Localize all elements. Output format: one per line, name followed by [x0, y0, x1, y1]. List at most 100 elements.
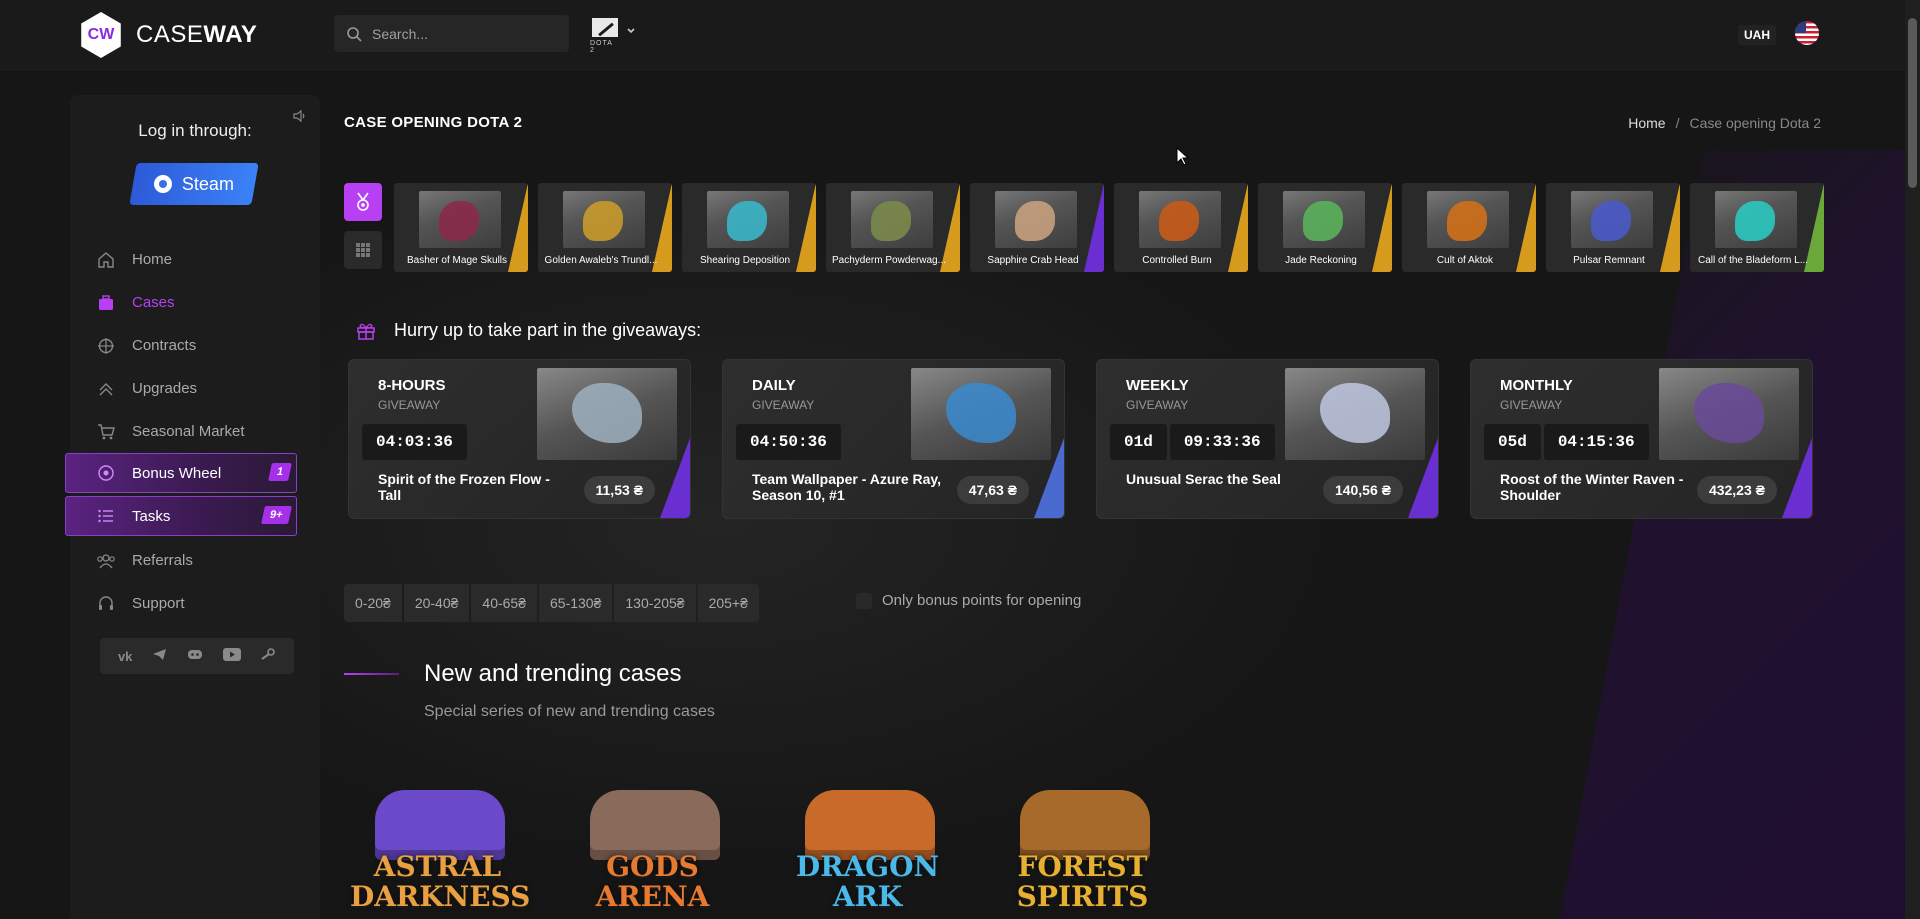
sidebar-item-seasonal-market[interactable]: Seasonal Market	[70, 410, 320, 453]
item-image	[419, 191, 501, 248]
sidebar-item-contracts[interactable]: Contracts	[70, 324, 320, 367]
wheel-icon	[96, 463, 116, 483]
breadcrumb: Home / Case opening Dota 2	[1628, 115, 1821, 131]
live-drop-card[interactable]: Golden Awaleb's Trundl...	[538, 183, 672, 272]
sidebar-item-cases[interactable]: Cases	[70, 281, 320, 324]
scrollbar-thumb[interactable]	[1908, 18, 1917, 188]
giveaway-title: WEEKLY	[1126, 377, 1189, 394]
sound-toggle-icon[interactable]	[292, 109, 306, 126]
giveaway-subtitle: GIVEAWAY	[378, 398, 441, 412]
price-filter-button[interactable]: 65-130₴	[539, 584, 613, 622]
steam-icon[interactable]	[261, 648, 276, 664]
giveaway-item-image	[537, 368, 677, 460]
sidebar: Log in through: Steam Home Cases Contrac…	[65, 95, 320, 919]
giveaway-timer: 04:03:36	[362, 424, 467, 460]
case-card[interactable]: FOREST SPIRITS	[995, 780, 1170, 919]
giveaway-card-monthly[interactable]: MONTHLY GIVEAWAY 05d 04:15:36 Roost of th…	[1470, 359, 1813, 519]
sidebar-item-label: Support	[132, 595, 185, 612]
sidebar-item-upgrades[interactable]: Upgrades	[70, 367, 320, 410]
bonus-wheel-badge: 1	[267, 463, 292, 481]
top-drops-toggle[interactable]	[344, 183, 382, 221]
sidebar-item-label: Tasks	[132, 507, 171, 525]
timer-segment: 05d	[1484, 424, 1541, 460]
steam-login-label: Steam	[181, 173, 235, 194]
bonus-points-option[interactable]: Only bonus points for opening	[856, 592, 1081, 609]
live-drop-card[interactable]: Call of the Bladeform L...	[1690, 183, 1824, 272]
all-drops-toggle[interactable]	[344, 231, 382, 269]
breadcrumb-current: Case opening Dota 2	[1689, 115, 1821, 131]
youtube-icon[interactable]	[223, 648, 242, 664]
item-name: Cult of Aktok	[1436, 255, 1494, 266]
search-input[interactable]	[372, 25, 552, 42]
site-logo[interactable]: CW CASEWAY	[78, 12, 257, 58]
giveaway-heading: Hurry up to take part in the giveaways:	[356, 320, 701, 341]
upgrades-icon	[96, 379, 116, 399]
sidebar-item-referrals[interactable]: Referrals	[70, 539, 320, 582]
language-flag-icon[interactable]	[1795, 21, 1819, 45]
page-title: CASE OPENING DOTA 2	[344, 114, 523, 131]
timer-segment: 04:03:36	[362, 424, 467, 460]
steam-login-button[interactable]: Steam	[129, 163, 259, 205]
live-drop-card[interactable]: Basher of Mage Skulls	[394, 183, 528, 272]
case-card[interactable]: ASTRAL DARKNESS	[350, 780, 530, 919]
price-filter-button[interactable]: 205+₴	[697, 584, 759, 622]
item-image	[1571, 191, 1653, 248]
sidebar-item-tasks[interactable]: Tasks 9+	[65, 496, 297, 536]
search-icon	[347, 26, 362, 42]
gift-icon	[357, 323, 375, 340]
sidebar-item-label: Upgrades	[132, 380, 198, 397]
giveaway-card-8-hours[interactable]: 8-HOURS GIVEAWAY 04:03:36 Spirit of the …	[348, 359, 691, 519]
item-name: Basher of Mage Skulls	[406, 255, 508, 266]
giveaway-title: DAILY	[752, 377, 796, 394]
sidebar-item-label: Home	[132, 251, 173, 268]
giveaway-item-image	[1659, 368, 1799, 460]
item-name: Sapphire Crab Head	[987, 255, 1079, 266]
logo-text-bold: WAY	[203, 21, 258, 48]
vk-icon[interactable]: vk	[118, 649, 132, 664]
live-drop-card[interactable]: Sapphire Crab Head	[970, 183, 1104, 272]
social-links: vk	[100, 638, 294, 674]
home-icon	[96, 250, 116, 270]
live-drop-card[interactable]: Controlled Burn	[1114, 183, 1248, 272]
search-box[interactable]	[334, 15, 569, 52]
price-filter-button[interactable]: 20-40₴	[403, 584, 470, 622]
item-image	[1139, 191, 1221, 248]
price-filter-button[interactable]: 0-20₴	[344, 584, 402, 622]
giveaway-card-weekly[interactable]: WEEKLY GIVEAWAY 01d 09:33:36 Unusual Sera…	[1096, 359, 1439, 519]
live-drops-feed: Basher of Mage Skulls Golden Awaleb's Tr…	[394, 183, 1824, 272]
bonus-points-checkbox[interactable]	[856, 592, 872, 609]
sidebar-nav: Home Cases Contracts Upgrades Seasonal M…	[65, 238, 320, 625]
top-header: CW CASEWAY DOTA 2 UAH	[0, 0, 1905, 70]
tasks-icon	[96, 506, 116, 526]
tasks-badge: 9+	[261, 506, 292, 524]
cases-icon	[96, 293, 116, 313]
case-card[interactable]: DRAGON ARK	[780, 780, 955, 919]
item-image	[995, 191, 1077, 248]
giveaway-title: MONTHLY	[1500, 377, 1573, 394]
case-card[interactable]: GODS ARENA	[565, 780, 740, 919]
live-drop-card[interactable]: Cult of Aktok	[1402, 183, 1536, 272]
live-drop-card[interactable]: Shearing Deposition	[682, 183, 816, 272]
giveaway-item-image	[911, 368, 1051, 460]
contracts-icon	[96, 336, 116, 356]
sidebar-item-bonus-wheel[interactable]: Bonus Wheel 1	[65, 453, 297, 493]
login-title: Log in through:	[138, 121, 252, 140]
game-switcher[interactable]: DOTA 2	[590, 18, 636, 54]
live-drop-card[interactable]: Jade Reckoning	[1258, 183, 1392, 272]
page-scrollbar[interactable]	[1905, 0, 1920, 919]
live-drop-card[interactable]: Pulsar Remnant	[1546, 183, 1680, 272]
telegram-icon[interactable]	[152, 648, 167, 664]
item-name: Call of the Bladeform L...	[1697, 255, 1809, 266]
discord-icon[interactable]	[187, 648, 203, 664]
sidebar-item-support[interactable]: Support	[70, 582, 320, 625]
sidebar-item-home[interactable]: Home	[70, 238, 320, 281]
price-filter-button[interactable]: 40-65₴	[471, 584, 537, 622]
giveaway-item-name: Team Wallpaper - Azure Ray, Season 10, #…	[752, 471, 942, 503]
price-filter-button[interactable]: 130-205₴	[614, 584, 696, 622]
item-name: Shearing Deposition	[699, 255, 791, 266]
live-drop-card[interactable]: Pachyderm Powderwag...	[826, 183, 960, 272]
item-name: Pulsar Remnant	[1573, 255, 1645, 266]
breadcrumb-home-link[interactable]: Home	[1628, 115, 1665, 131]
currency-selector[interactable]: UAH	[1738, 25, 1776, 45]
giveaway-card-daily[interactable]: DAILY GIVEAWAY 04:50:36 Team Wallpaper -…	[722, 359, 1065, 519]
